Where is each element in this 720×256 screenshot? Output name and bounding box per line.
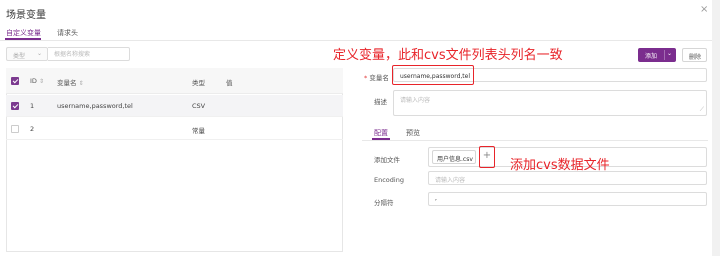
sort-icon: ⇕ [39, 78, 45, 85]
tab-custom-variables[interactable]: 自定义变量 [6, 28, 41, 38]
table-row[interactable]: 2 常量 [6, 118, 343, 140]
tab-preview[interactable]: 预览 [406, 128, 420, 138]
annotation-header-note: 定义变量，此和cvs文件列表头列名一致 [333, 48, 563, 63]
file-chip[interactable]: 用户信息.csv [432, 150, 476, 164]
column-header-value: 值 [226, 79, 233, 87]
tab-config[interactable]: 配置 [374, 128, 388, 138]
row-checkbox[interactable] [11, 125, 19, 133]
encoding-label: Encoding [374, 176, 404, 184]
type-filter-select[interactable]: 类型 ⌄ [6, 47, 48, 61]
encoding-placeholder: 请输入内容 [435, 177, 466, 184]
row-id: 1 [30, 102, 35, 110]
sort-icon: ⇕ [78, 80, 84, 87]
scrollbar[interactable] [712, 0, 720, 256]
add-button-label: 添加 [645, 53, 658, 60]
search-input[interactable] [48, 47, 130, 61]
description-placeholder: 请输入内容 [400, 97, 431, 104]
column-header-var-name-label: 变量名 [57, 79, 77, 87]
required-marker: * [364, 74, 368, 82]
var-name-label: * 变量名 [364, 72, 389, 82]
encoding-input[interactable]: 请输入内容 [428, 171, 707, 185]
type-filter-label: 类型 [13, 53, 26, 60]
row-checkbox[interactable] [11, 102, 19, 110]
row-type: 常量 [192, 127, 205, 135]
tab-divider [0, 40, 720, 41]
annotation-box-var-name [392, 65, 474, 85]
resize-handle-icon[interactable]: ⟋ [700, 106, 704, 114]
select-all-checkbox[interactable] [11, 77, 19, 85]
separator-label: 分隔符 [374, 199, 394, 207]
column-header-id[interactable]: ID ⇕ [30, 77, 44, 85]
row-var-name: username,password,tel [57, 102, 133, 110]
separator-input[interactable]: , [428, 192, 707, 206]
delete-button-label: 删除 [689, 54, 702, 61]
row-id: 2 [30, 125, 35, 133]
annotation-file-note: 添加cvs数据文件 [510, 158, 610, 173]
tab-request-headers[interactable]: 请求头 [57, 28, 78, 38]
dialog-title: 场景变量 [6, 10, 46, 21]
column-header-type: 类型 [192, 79, 205, 87]
delete-button[interactable]: 删除 [682, 48, 707, 62]
description-label: 描述 [374, 98, 387, 106]
table-row[interactable]: 1 username,password,tel CSV [6, 95, 343, 117]
add-button[interactable]: 添加 ⌄ [638, 48, 676, 62]
button-separator [664, 50, 665, 60]
annotation-box-add-file [479, 146, 495, 168]
file-name: 用户信息.csv [437, 156, 473, 163]
chevron-down-icon[interactable]: ⌄ [667, 50, 672, 57]
chevron-down-icon: ⌄ [36, 50, 42, 57]
column-header-id-label: ID [30, 77, 37, 85]
column-header-var-name[interactable]: 变量名 ⇕ [57, 77, 84, 87]
table-header: ID ⇕ 变量名 ⇕ 类型 值 [6, 68, 343, 94]
description-textarea[interactable]: 请输入内容 ⟋ [393, 90, 707, 116]
row-type: CSV [192, 102, 206, 110]
var-name-label-text: 变量名 [369, 74, 389, 82]
separator-value: , [435, 195, 437, 202]
subtab-divider [362, 140, 708, 141]
close-icon[interactable]: × [700, 4, 708, 15]
add-file-label: 添加文件 [374, 156, 400, 164]
